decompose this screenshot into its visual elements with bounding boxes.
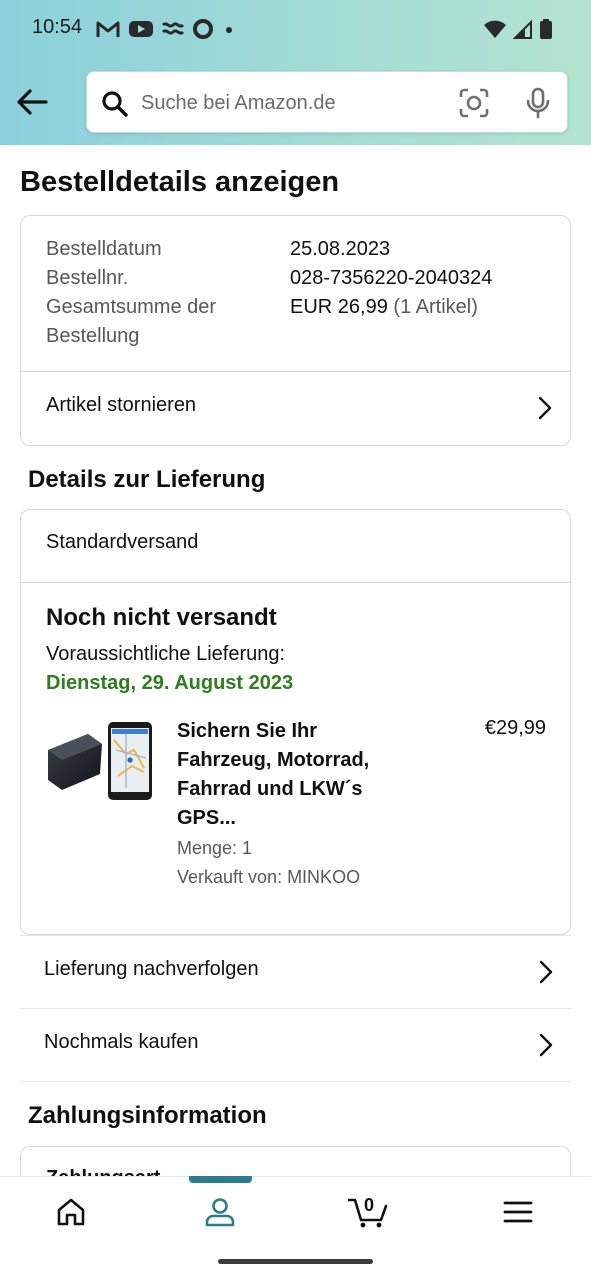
cart-count-badge: 0 <box>364 1195 375 1215</box>
hamburger-menu-icon <box>503 1201 533 1223</box>
nav-profile[interactable] <box>160 1177 280 1247</box>
status-time: 10:54 <box>32 16 83 38</box>
order-number-value: 028-7356220-2040324 <box>290 267 493 289</box>
nav-cart[interactable]: 0 <box>309 1177 429 1247</box>
circle-icon <box>193 19 213 39</box>
dot-icon <box>226 27 232 33</box>
order-total-row: Gesamtsumme der Bestellung EUR 26,99 (1 … <box>46 293 546 351</box>
order-summary-card: Bestelldatum 25.08.2023 Bestellnr. 028-7… <box>20 215 571 446</box>
order-date-label: Bestelldatum <box>46 238 162 260</box>
signal-icon <box>513 19 532 39</box>
home-icon <box>57 1198 85 1226</box>
chevron-right-icon <box>538 396 552 420</box>
home-indicator[interactable] <box>218 1259 373 1264</box>
search-bar[interactable] <box>86 71 568 133</box>
track-delivery-label: Lieferung nachverfolgen <box>44 958 259 980</box>
product-title-link[interactable]: Sichern Sie Ihr Fahrzeug, Motorrad, Fahr… <box>177 717 417 833</box>
order-total-amount: EUR 26,99 <box>290 296 388 318</box>
product-price: €29,99 <box>484 717 546 739</box>
order-total-items: (1 Artikel) <box>393 296 478 318</box>
youtube-icon <box>129 21 153 37</box>
chevron-right-icon <box>539 960 553 984</box>
cancel-items-label: Artikel stornieren <box>46 394 197 416</box>
arrow-left-icon <box>17 89 48 115</box>
product-image[interactable] <box>46 720 156 804</box>
cancel-items-row[interactable]: Artikel stornieren <box>21 372 570 446</box>
user-icon <box>205 1198 235 1227</box>
notification-icons <box>96 18 236 40</box>
estimated-delivery-date: Dienstag, 29. August 2023 <box>46 672 294 694</box>
gmail-icon <box>96 21 120 37</box>
delivery-section-title: Details zur Lieferung <box>28 466 266 493</box>
estimated-delivery-label: Voraussichtliche Lieferung: <box>46 643 286 665</box>
battery-icon <box>540 19 552 39</box>
app-header: 10:54 <box>0 0 591 145</box>
nav-menu[interactable] <box>458 1177 578 1247</box>
page-title: Bestelldetails anzeigen <box>20 166 340 198</box>
product-seller: Verkauft von: MINKOO <box>177 867 361 887</box>
order-number-row: Bestellnr. 028-7356220-2040324 <box>46 264 492 293</box>
shipment-status: Noch nicht versandt <box>46 604 277 631</box>
nav-home[interactable] <box>11 1177 131 1247</box>
wifi-icon <box>484 20 506 38</box>
order-total-label-line2: Bestellung <box>46 325 140 347</box>
status-bar: 10:54 <box>0 0 591 60</box>
chevron-right-icon <box>539 1033 553 1057</box>
product-quantity: Menge: 1 <box>177 838 253 858</box>
track-delivery-row[interactable]: Lieferung nachverfolgen <box>20 935 571 1008</box>
order-date-value: 25.08.2023 <box>290 238 391 260</box>
order-date-row: Bestelldatum 25.08.2023 <box>46 235 390 264</box>
order-total-value: EUR 26,99 (1 Artikel) <box>290 293 478 322</box>
buy-again-label: Nochmals kaufen <box>44 1031 199 1053</box>
wave-icon <box>162 22 184 35</box>
order-number-label: Bestellnr. <box>46 267 129 289</box>
bottom-navigation: 0 <box>0 1176 591 1246</box>
search-input[interactable] <box>141 86 441 120</box>
system-icons <box>483 18 553 40</box>
divider <box>20 1081 571 1082</box>
shipping-method: Standardversand <box>46 531 199 553</box>
divider <box>21 582 570 583</box>
microphone-icon[interactable] <box>525 87 551 119</box>
back-button[interactable] <box>14 84 50 120</box>
search-icon <box>102 91 128 117</box>
delivery-card: Standardversand Noch nicht versandt Vora… <box>20 509 571 935</box>
camera-lens-icon[interactable] <box>459 88 489 118</box>
payment-section-title: Zahlungsinformation <box>28 1102 267 1129</box>
buy-again-row[interactable]: Nochmals kaufen <box>20 1008 571 1081</box>
gps-tracker-image <box>48 722 152 800</box>
